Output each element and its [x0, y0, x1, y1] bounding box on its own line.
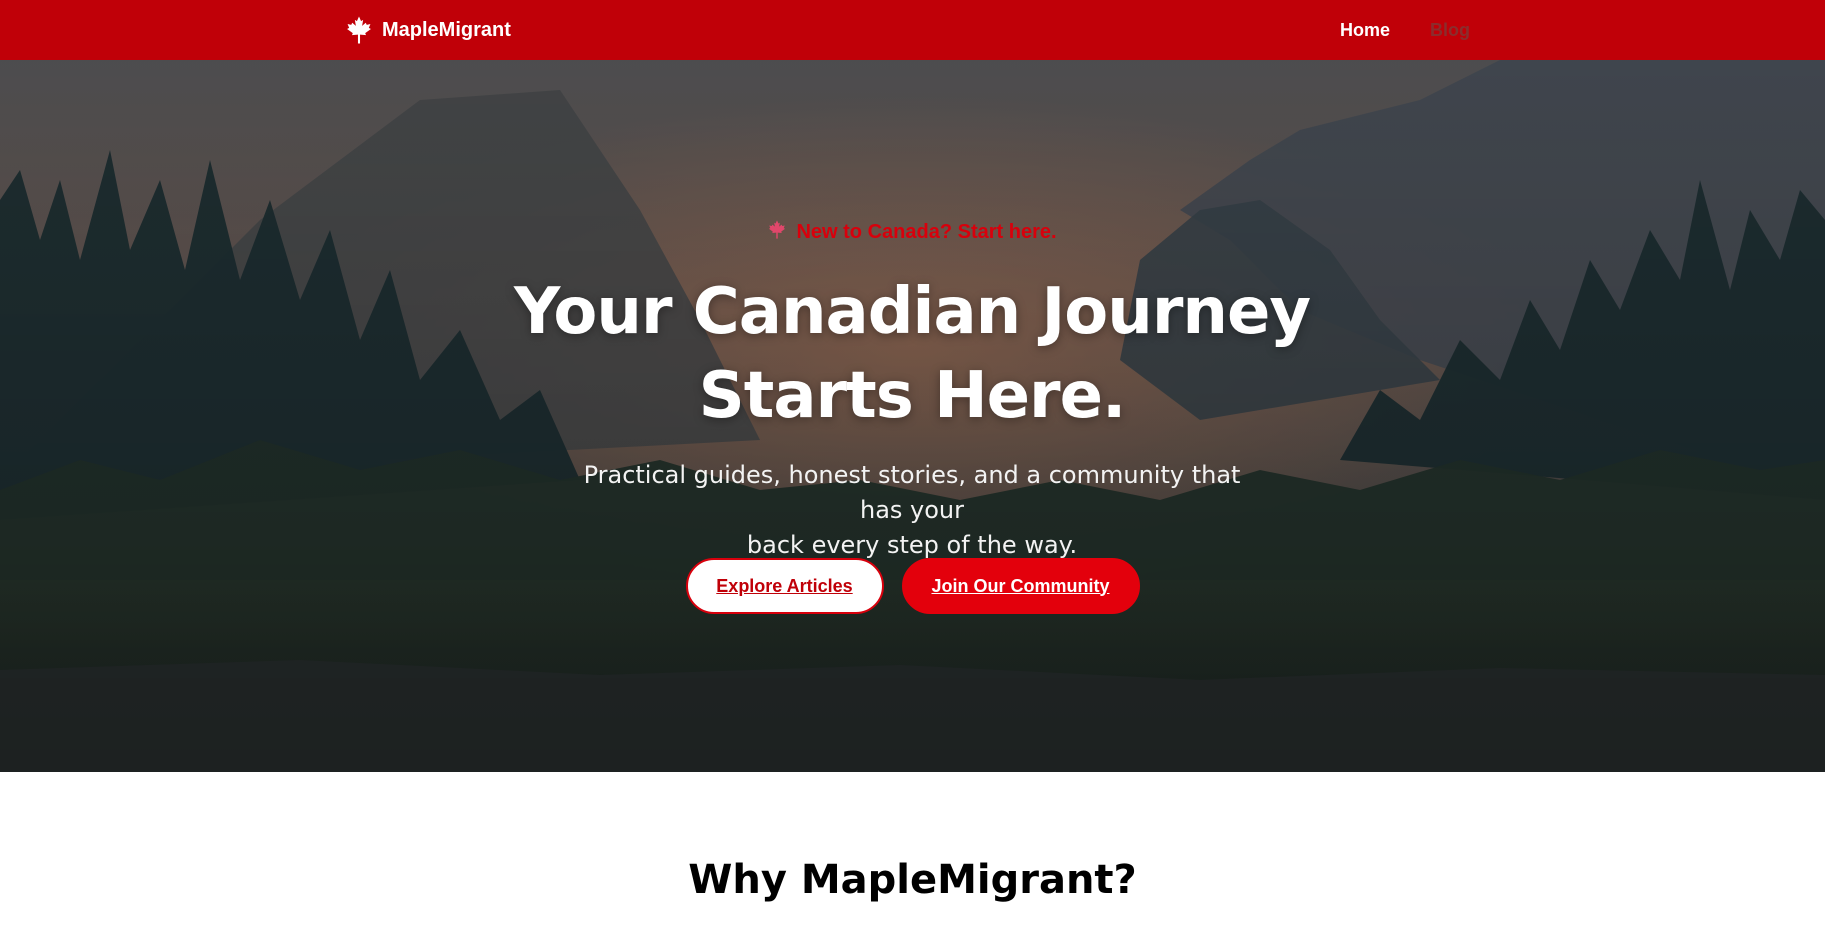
- why-section-title: Why MapleMigrant?: [688, 857, 1137, 903]
- explore-articles-button[interactable]: Explore Articles: [685, 558, 884, 614]
- hero-title-line1: Your Canadian Journey: [513, 275, 1311, 349]
- brand-logo-link[interactable]: MapleMigrant: [346, 14, 511, 46]
- nav-link-blog[interactable]: Blog: [1430, 20, 1470, 41]
- why-section: Why MapleMigrant?: [0, 772, 1825, 942]
- hero-title: Your Canadian Journey Starts Here.: [412, 270, 1412, 438]
- top-navbar: MapleMigrant Home Blog: [0, 0, 1825, 60]
- maple-leaf-icon: [768, 220, 786, 244]
- hero-actions: Explore Articles Join Our Community: [0, 558, 1825, 614]
- hero-subtitle: Practical guides, honest stories, and a …: [562, 458, 1262, 563]
- join-community-button[interactable]: Join Our Community: [901, 558, 1140, 614]
- hero-section: New to Canada? Start here. Your Canadian…: [0, 60, 1825, 772]
- hero-eyebrow: New to Canada? Start here.: [0, 220, 1825, 244]
- hero-title-line2: Starts Here.: [698, 359, 1127, 433]
- hero-subtitle-line2: back every step of the way.: [746, 531, 1078, 559]
- nav-link-home[interactable]: Home: [1340, 20, 1390, 41]
- hero-content: New to Canada? Start here. Your Canadian…: [0, 60, 1825, 772]
- hero-subtitle-line1: Practical guides, honest stories, and a …: [583, 461, 1241, 524]
- hero-eyebrow-text: New to Canada? Start here.: [796, 220, 1057, 243]
- maple-leaf-icon: [346, 16, 372, 44]
- brand-name: MapleMigrant: [382, 18, 511, 41]
- main-nav: Home Blog: [1340, 14, 1470, 46]
